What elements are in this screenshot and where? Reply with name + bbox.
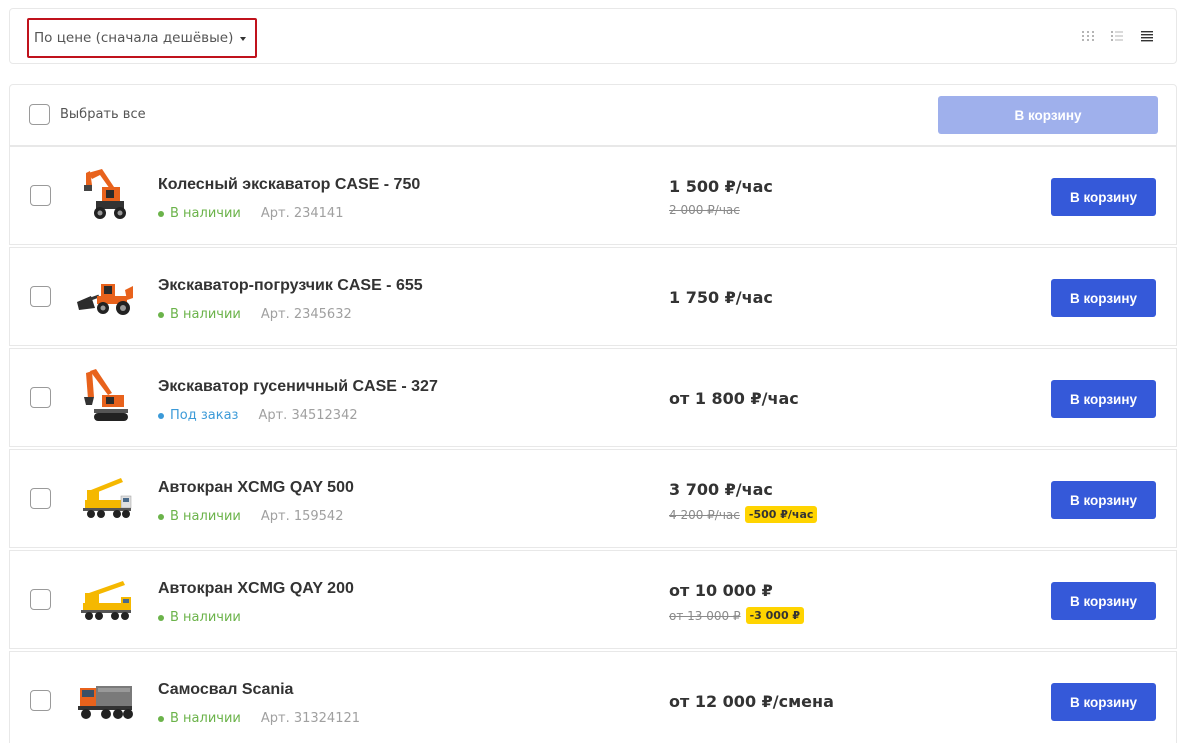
article-number: Арт. 2345632 bbox=[260, 307, 352, 322]
product-price: 1 500 ₽/час bbox=[669, 177, 773, 196]
product-price: 1 750 ₽/час bbox=[669, 288, 773, 307]
product-checkbox[interactable] bbox=[30, 286, 51, 307]
status-dot-icon bbox=[158, 311, 164, 318]
product-image[interactable] bbox=[72, 466, 138, 530]
old-price-line: от 13 000 ₽ -3 000 ₽ bbox=[669, 607, 805, 624]
product-checkbox[interactable] bbox=[30, 488, 51, 509]
availability-label: В наличии bbox=[170, 610, 241, 625]
product-image[interactable] bbox=[72, 668, 138, 732]
product-checkbox[interactable] bbox=[30, 387, 51, 408]
product-image[interactable] bbox=[72, 365, 138, 429]
add-to-cart-button[interactable]: В корзину bbox=[1051, 683, 1156, 721]
product-name[interactable]: Автокран XCMG QAY 200 bbox=[158, 580, 354, 598]
product-checkbox[interactable] bbox=[30, 589, 51, 610]
product-row: Экскаватор-погрузчик CASE - 655 В наличи… bbox=[9, 247, 1177, 346]
product-meta: Под заказ Арт. 34512342 bbox=[158, 408, 358, 423]
product-price: 3 700 ₽/час bbox=[669, 480, 773, 499]
select-all-bar: Выбрать все В корзину bbox=[9, 84, 1177, 146]
product-image[interactable] bbox=[72, 264, 138, 328]
product-meta: В наличии Арт. 2345632 bbox=[158, 307, 352, 322]
old-price-line: 4 200 ₽/час -500 ₽/час bbox=[669, 506, 818, 523]
availability-label: В наличии bbox=[170, 711, 241, 726]
product-meta: В наличии Арт. 234141 bbox=[158, 206, 343, 221]
add-to-cart-button[interactable]: В корзину bbox=[1051, 279, 1156, 317]
old-price: 2 000 ₽/час bbox=[669, 203, 740, 217]
old-price-line: 2 000 ₽/час bbox=[669, 203, 740, 217]
chevron-down-icon bbox=[240, 36, 247, 41]
product-row: Колесный экскаватор CASE - 750 В наличии… bbox=[9, 146, 1177, 245]
add-selected-to-cart-button[interactable]: В корзину bbox=[938, 96, 1158, 134]
add-to-cart-button[interactable]: В корзину bbox=[1051, 178, 1156, 216]
product-checkbox[interactable] bbox=[30, 185, 51, 206]
status-dot-icon bbox=[158, 210, 164, 217]
availability-status: В наличии bbox=[158, 509, 241, 524]
product-checkbox[interactable] bbox=[30, 690, 51, 711]
product-image[interactable] bbox=[72, 567, 138, 631]
select-all-label[interactable]: Выбрать все bbox=[60, 107, 146, 122]
add-to-cart-button[interactable]: В корзину bbox=[1051, 380, 1156, 418]
product-row: Экскаватор гусеничный CASE - 327 Под зак… bbox=[9, 348, 1177, 447]
status-dot-icon bbox=[158, 715, 164, 722]
availability-label: Под заказ bbox=[170, 408, 239, 423]
availability-status: Под заказ bbox=[158, 408, 238, 423]
article-number: Арт. 234141 bbox=[260, 206, 344, 221]
status-dot-icon bbox=[158, 513, 164, 520]
article-number: Арт. 34512342 bbox=[258, 408, 358, 423]
product-name[interactable]: Автокран XCMG QAY 500 bbox=[158, 479, 354, 497]
availability-status: В наличии bbox=[158, 610, 241, 625]
discount-badge: -500 ₽/час bbox=[744, 506, 818, 523]
select-all-checkbox[interactable] bbox=[29, 104, 50, 125]
sort-select-value: По цене (сначала дешёвые) bbox=[34, 30, 234, 46]
article-number: Арт. 31324121 bbox=[260, 711, 361, 726]
availability-label: В наличии bbox=[170, 307, 241, 322]
product-name[interactable]: Экскаватор-погрузчик CASE - 655 bbox=[158, 277, 423, 295]
product-price: от 12 000 ₽/смена bbox=[669, 692, 834, 711]
product-name[interactable]: Самосвал Scania bbox=[158, 681, 293, 699]
sort-select[interactable]: По цене (сначала дешёвые) bbox=[27, 18, 257, 58]
status-dot-icon bbox=[158, 412, 164, 419]
product-image[interactable] bbox=[72, 163, 138, 227]
article-number: Арт. 159542 bbox=[260, 509, 344, 524]
sort-toolbar: По цене (сначала дешёвые) bbox=[9, 8, 1177, 64]
discount-badge: -3 000 ₽ bbox=[745, 607, 805, 624]
add-to-cart-button[interactable]: В корзину bbox=[1051, 582, 1156, 620]
product-name[interactable]: Колесный экскаватор CASE - 750 bbox=[158, 176, 420, 194]
availability-status: В наличии bbox=[158, 206, 241, 221]
product-meta: В наличии Арт. 159542 bbox=[158, 509, 343, 524]
product-meta: В наличии bbox=[158, 610, 241, 625]
status-dot-icon bbox=[158, 614, 164, 621]
availability-status: В наличии bbox=[158, 711, 241, 726]
list-view-icon[interactable] bbox=[1110, 29, 1124, 43]
product-price: от 1 800 ₽/час bbox=[669, 389, 799, 408]
old-price: 4 200 ₽/час bbox=[669, 507, 740, 522]
add-to-cart-button[interactable]: В корзину bbox=[1051, 481, 1156, 519]
product-name[interactable]: Экскаватор гусеничный CASE - 327 bbox=[158, 378, 438, 396]
availability-label: В наличии bbox=[170, 206, 241, 221]
product-meta: В наличии Арт. 31324121 bbox=[158, 711, 360, 726]
product-row: Автокран XCMG QAY 500 В наличии Арт. 159… bbox=[9, 449, 1177, 548]
table-view-icon[interactable] bbox=[1140, 29, 1154, 43]
availability-label: В наличии bbox=[170, 509, 241, 524]
old-price: от 13 000 ₽ bbox=[669, 608, 741, 623]
availability-status: В наличии bbox=[158, 307, 241, 322]
product-row: Самосвал Scania В наличии Арт. 31324121 … bbox=[9, 651, 1177, 743]
product-price: от 10 000 ₽ bbox=[669, 581, 773, 600]
product-row: Автокран XCMG QAY 200 В наличии от 10 00… bbox=[9, 550, 1177, 649]
grid-view-icon[interactable] bbox=[1081, 29, 1095, 43]
